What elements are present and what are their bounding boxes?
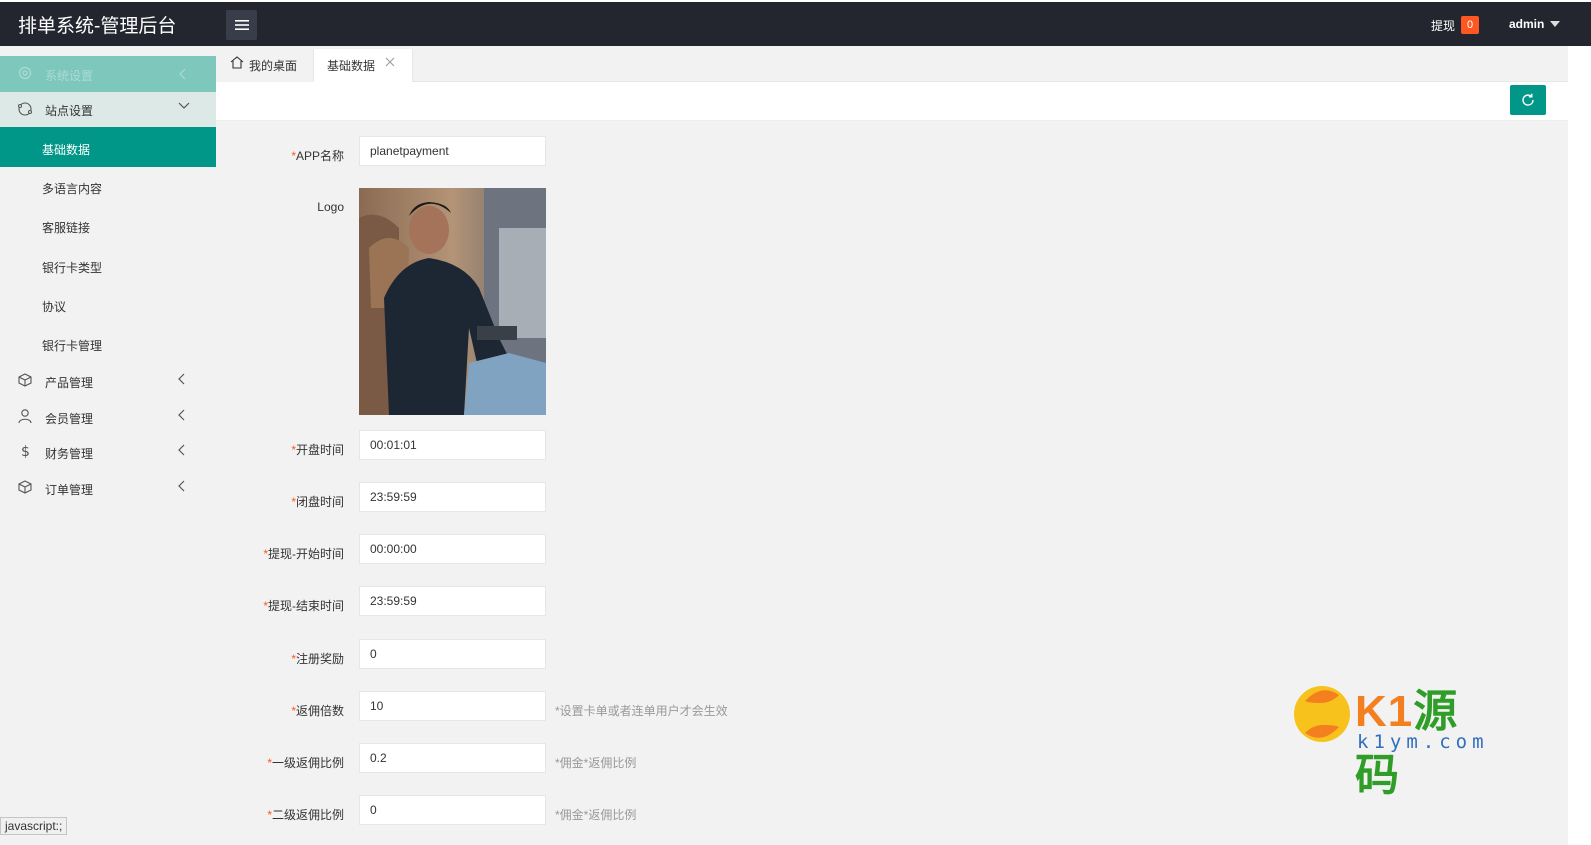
watermark-url: k1ym.com <box>1357 731 1489 753</box>
chevron-left-icon <box>178 373 185 385</box>
open-time-input[interactable]: 00:01:01 <box>359 430 546 460</box>
top-header: 排单系统-管理后台 提现 0 admin <box>0 2 1591 46</box>
register-reward-input[interactable]: 0 <box>359 639 546 669</box>
app-name-input[interactable]: planetpayment <box>359 136 546 166</box>
scrollbar-track[interactable] <box>1568 46 1591 845</box>
sidebar-item-orders[interactable]: 订单管理 <box>0 473 216 503</box>
field-label-open-time: *开盘时间 <box>291 443 344 457</box>
dollar-icon: $ <box>21 444 30 459</box>
field-label-close-time: *闭盘时间 <box>291 495 344 509</box>
svg-text:$: $ <box>21 444 30 459</box>
tab-home[interactable]: 我的桌面 <box>216 46 313 82</box>
sidebar-item-label: 基础数据 <box>42 143 91 157</box>
level1-rebate-input[interactable]: 0.2 <box>359 743 546 773</box>
withdraw-link[interactable]: 提现 0 <box>1431 16 1480 34</box>
chevron-down-icon <box>178 102 190 109</box>
field-label-register-reward: *注册奖励 <box>291 652 344 666</box>
user-icon <box>18 409 32 424</box>
home-icon <box>230 56 244 69</box>
sidebar-item-bank-card-manage[interactable]: 银行卡管理 <box>42 337 102 354</box>
user-name: admin <box>1509 17 1545 31</box>
caret-down-icon <box>1550 21 1561 27</box>
close-time-input[interactable]: 23:59:59 <box>359 482 546 512</box>
sidebar-item-finance[interactable]: $ 财务管理 <box>0 437 216 467</box>
sidebar-group-site-settings[interactable]: 站点设置 <box>0 92 216 127</box>
field-label-app-name: *APP名称 <box>291 149 344 163</box>
field-label-withdraw-start: *提现-开始时间 <box>263 547 344 561</box>
sidebar-item-bank-card-type[interactable]: 银行卡类型 <box>42 259 102 276</box>
box-icon <box>18 480 32 494</box>
withdraw-count-badge: 0 <box>1461 16 1480 34</box>
user-menu[interactable]: admin <box>1509 17 1561 31</box>
box-icon <box>18 373 32 387</box>
watermark-logo-icon <box>1294 686 1350 742</box>
globe-icon <box>18 102 32 116</box>
refresh-icon <box>1522 93 1534 106</box>
level2-rebate-hint: *佣金*返佣比例 <box>555 808 637 822</box>
sidebar-item-service-link[interactable]: 客服链接 <box>42 219 90 236</box>
sidebar-item-label: 订单管理 <box>45 483 94 497</box>
hamburger-icon <box>234 20 249 30</box>
withdraw-start-input[interactable]: 00:00:00 <box>359 534 546 564</box>
sidebar-item-label: 财务管理 <box>45 447 94 461</box>
sidebar-item-agreement[interactable]: 协议 <box>42 298 66 315</box>
level1-rebate-hint: *佣金*返佣比例 <box>555 756 637 770</box>
watermark: K1源码 k1ym.com <box>1291 673 1501 800</box>
app-title: 排单系统-管理后台 <box>18 16 177 37</box>
chevron-left-icon <box>178 409 185 421</box>
chevron-left-icon <box>178 480 185 492</box>
withdraw-end-input[interactable]: 23:59:59 <box>359 586 546 616</box>
rebate-multiple-hint: *设置卡单或者连单用户才会生效 <box>555 704 728 718</box>
logo-photo <box>359 188 546 415</box>
refresh-button[interactable] <box>1510 85 1546 115</box>
sidebar-item-label: 产品管理 <box>45 376 94 390</box>
field-label-rebate-multiple: *返佣倍数 <box>291 704 344 718</box>
sidebar-item-label: 会员管理 <box>45 412 94 426</box>
level2-rebate-input[interactable]: 0 <box>359 795 546 825</box>
tab-bar: 我的桌面 基础数据 <box>216 46 1568 83</box>
sidebar-item-basic-data[interactable]: 基础数据 <box>0 127 216 167</box>
chevron-left-icon <box>179 68 186 80</box>
logo-image[interactable] <box>359 188 546 415</box>
content-toolbar <box>216 82 1568 121</box>
withdraw-label: 提现 <box>1431 18 1456 33</box>
chevron-left-icon <box>178 444 185 456</box>
field-label-logo: Logo <box>317 200 344 214</box>
close-icon[interactable] <box>385 57 395 67</box>
tab-label: 我的桌面 <box>249 59 298 73</box>
field-label-withdraw-end: *提现-结束时间 <box>263 599 344 613</box>
sidebar-group-label: 站点设置 <box>45 104 94 118</box>
menu-toggle-button[interactable] <box>226 10 257 40</box>
browser-status-bar: javascript:; <box>0 817 68 835</box>
field-label-level1-rebate: *一级返佣比例 <box>267 756 344 770</box>
sidebar-item-label: 系统设置 <box>45 69 94 83</box>
field-label-level2-rebate: *二级返佣比例 <box>267 808 344 822</box>
sidebar-item-products[interactable]: 产品管理 <box>0 366 216 396</box>
admin-page: 排单系统-管理后台 提现 0 admin 系统设置 站点设置 基础数据 多语言内… <box>0 0 1591 845</box>
tab-label: 基础数据 <box>327 59 376 73</box>
sidebar: 系统设置 站点设置 基础数据 多语言内容 客服链接 银行卡类型 协议 银行卡管理 <box>0 46 216 845</box>
rebate-multiple-input[interactable]: 10 <box>359 691 546 721</box>
tab-basic-data[interactable]: 基础数据 <box>313 49 413 83</box>
sidebar-item-members[interactable]: 会员管理 <box>0 402 216 432</box>
sidebar-item-system-settings[interactable]: 系统设置 <box>0 56 216 92</box>
gear-icon <box>18 66 32 80</box>
sidebar-item-multilang[interactable]: 多语言内容 <box>42 180 102 197</box>
